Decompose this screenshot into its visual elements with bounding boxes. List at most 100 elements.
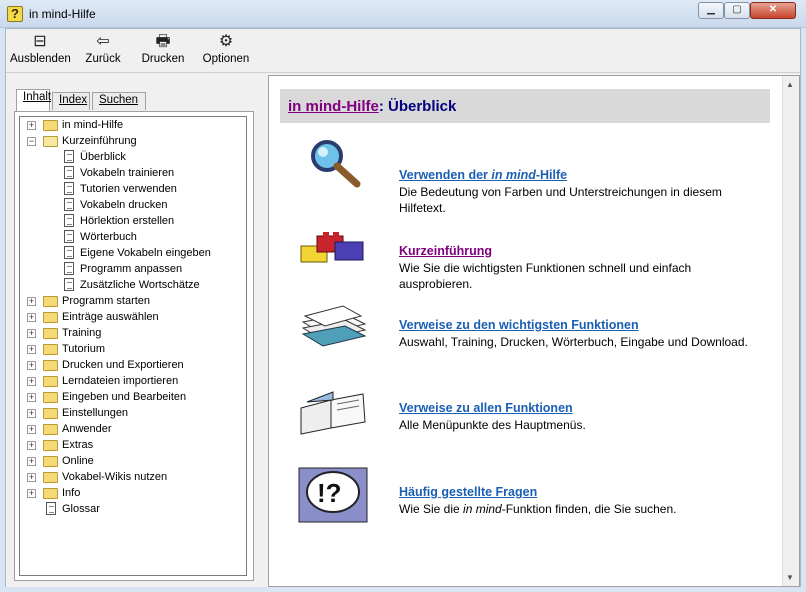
folder-icon (43, 120, 58, 131)
tree-item[interactable]: + Info (20, 485, 246, 501)
vertical-scrollbar[interactable]: ▲ ▼ (782, 76, 799, 586)
tree-item-label: Programm starten (62, 295, 151, 307)
tree-item[interactable]: − Kurzeinführung (20, 133, 246, 149)
page-icon (46, 502, 56, 515)
tab-contents[interactable]: Inhalt (16, 89, 51, 111)
hide-pane-icon: ⊟ (33, 33, 47, 50)
entry-link-faq[interactable]: Häufig gestellte Fragen (399, 485, 759, 499)
expand-icon[interactable]: + (27, 393, 36, 402)
expand-icon[interactable]: + (27, 121, 36, 130)
expand-icon[interactable]: + (27, 409, 36, 418)
expand-icon[interactable]: + (27, 425, 36, 434)
entry-link-quick-intro[interactable]: Kurzeinführung (399, 244, 759, 258)
page-icon (64, 198, 74, 211)
scroll-up-icon[interactable]: ▲ (786, 80, 794, 89)
tree-item[interactable]: Überblick (20, 149, 246, 165)
tree-item[interactable]: + Vokabel-Wikis nutzen (20, 469, 246, 485)
folder-icon (43, 360, 58, 371)
expand-icon[interactable]: + (27, 297, 36, 306)
page-title: in mind-Hilfe: Überblick (288, 98, 456, 115)
tree-item[interactable]: Vokabeln trainieren (20, 165, 246, 181)
tree-item[interactable]: + Lerndateien importieren (20, 373, 246, 389)
tree-item-label: Wörterbuch (80, 231, 137, 243)
paper-stack-icon (301, 305, 367, 347)
hide-button[interactable]: ⊟ Ausblenden (10, 33, 71, 71)
options-icon: ⚙ (218, 33, 234, 50)
tab-index[interactable]: Index (52, 92, 90, 110)
tree-item[interactable]: Programm anpassen (20, 261, 246, 277)
tree-item[interactable]: Wörterbuch (20, 229, 246, 245)
folder-icon (43, 408, 58, 419)
close-button[interactable]: ✕ (750, 2, 796, 19)
tree-item-label: Vokabeln drucken (80, 199, 168, 211)
maximize-button[interactable]: ▢ (724, 2, 750, 19)
expand-icon[interactable]: + (27, 345, 36, 354)
print-button[interactable]: 🖶 Drucken (140, 33, 186, 71)
tree-item-label: Einträge auswählen (62, 311, 159, 323)
tree-item[interactable]: Zusätzliche Wortschätze (20, 277, 246, 293)
navigation-pane: Inhalt Index Suchen + in mind-Hilfe − Kurze… (6, 75, 258, 587)
folder-icon (43, 472, 58, 483)
expand-icon[interactable]: + (27, 377, 36, 386)
contents-tree[interactable]: + in mind-Hilfe − Kurzeinführung Überblick Vo… (19, 116, 247, 576)
tree-item-label: Eingeben und Bearbeiten (62, 391, 187, 403)
tree-item[interactable]: + Einstellungen (20, 405, 246, 421)
title-bar: ? in mind-Hilfe ▁ ▢ ✕ (0, 0, 806, 28)
page-icon (64, 262, 74, 275)
tree-item[interactable]: Hörlektion erstellen (20, 213, 246, 229)
scroll-down-icon[interactable]: ▼ (786, 573, 794, 582)
tree-item[interactable]: + Anwender (20, 421, 246, 437)
page-icon (64, 230, 74, 243)
expand-icon[interactable]: + (27, 361, 36, 370)
title-rest: : Überblick (378, 98, 457, 115)
folder-icon (43, 424, 58, 435)
tree-item[interactable]: + Programm starten (20, 293, 246, 309)
tree-item[interactable]: + Extras (20, 437, 246, 453)
entry-link-using-help[interactable]: Verwenden der in mind-Hilfe (399, 168, 759, 182)
open-book-icon (300, 391, 366, 435)
tree-item[interactable]: Glossar (20, 501, 246, 517)
minimize-button[interactable]: ▁ (698, 2, 724, 19)
tree-item[interactable]: + in mind-Hilfe (20, 117, 246, 133)
tree-item-label: Training (62, 327, 102, 339)
pane-splitter[interactable] (258, 75, 268, 587)
entry-link-main-functions[interactable]: Verweise zu den wichtigsten Funktionen (399, 318, 759, 332)
back-button[interactable]: ⇦ Zurück (80, 33, 126, 71)
building-blocks-icon (300, 232, 364, 263)
collapse-icon[interactable]: − (27, 137, 36, 146)
page-icon (64, 278, 74, 291)
expand-icon[interactable]: + (27, 457, 36, 466)
entry-desc-quick-intro: Wie Sie die wichtigsten Funktionen schne… (399, 261, 692, 291)
back-arrow-icon: ⇦ (96, 33, 110, 50)
tab-search[interactable]: Suchen (92, 92, 146, 110)
entry-desc-using-help: Die Bedeutung von Farben und Unterstreic… (399, 185, 722, 215)
tree-item-label: Tutorium (62, 343, 105, 355)
expand-icon[interactable]: + (27, 313, 36, 322)
title-link[interactable]: in mind-Hilfe (288, 98, 379, 115)
tree-item[interactable]: + Training (20, 325, 246, 341)
page-icon (64, 150, 74, 163)
tree-item[interactable]: + Tutorium (20, 341, 246, 357)
tree-item[interactable]: + Online (20, 453, 246, 469)
entry-desc-all-functions: Alle Menüpunkte des Hauptmenüs. (399, 418, 586, 432)
tree-item[interactable]: Vokabeln drucken (20, 197, 246, 213)
entry-link-all-functions[interactable]: Verweise zu allen Funktionen (399, 401, 759, 415)
tree-item[interactable]: Eigene Vokabeln eingeben (20, 245, 246, 261)
tree-item-label: in mind-Hilfe (62, 119, 124, 131)
tree-item-label: Hörlektion erstellen (80, 215, 175, 227)
tree-item[interactable]: + Drucken und Exportieren (20, 357, 246, 373)
tree-item-label: Vokabeln trainieren (80, 167, 175, 179)
entry-all-functions: Verweise zu allen Funktionen Alle Menüpu… (399, 401, 759, 433)
tab-search-label: Suchen (99, 94, 139, 106)
tree-item[interactable]: + Eingeben und Bearbeiten (20, 389, 246, 405)
topic-pane: in mind-Hilfe: Überblick !? Verwenden de… (268, 75, 800, 587)
expand-icon[interactable]: + (27, 441, 36, 450)
expand-icon[interactable]: + (27, 489, 36, 498)
tree-item[interactable]: Tutorien verwenden (20, 181, 246, 197)
tree-item-label: Info (62, 487, 81, 499)
expand-icon[interactable]: + (27, 473, 36, 482)
tree-item[interactable]: + Einträge auswählen (20, 309, 246, 325)
options-button[interactable]: ⚙ Optionen (202, 33, 250, 71)
expand-icon[interactable]: + (27, 329, 36, 338)
svg-text:!?: !? (317, 478, 342, 508)
